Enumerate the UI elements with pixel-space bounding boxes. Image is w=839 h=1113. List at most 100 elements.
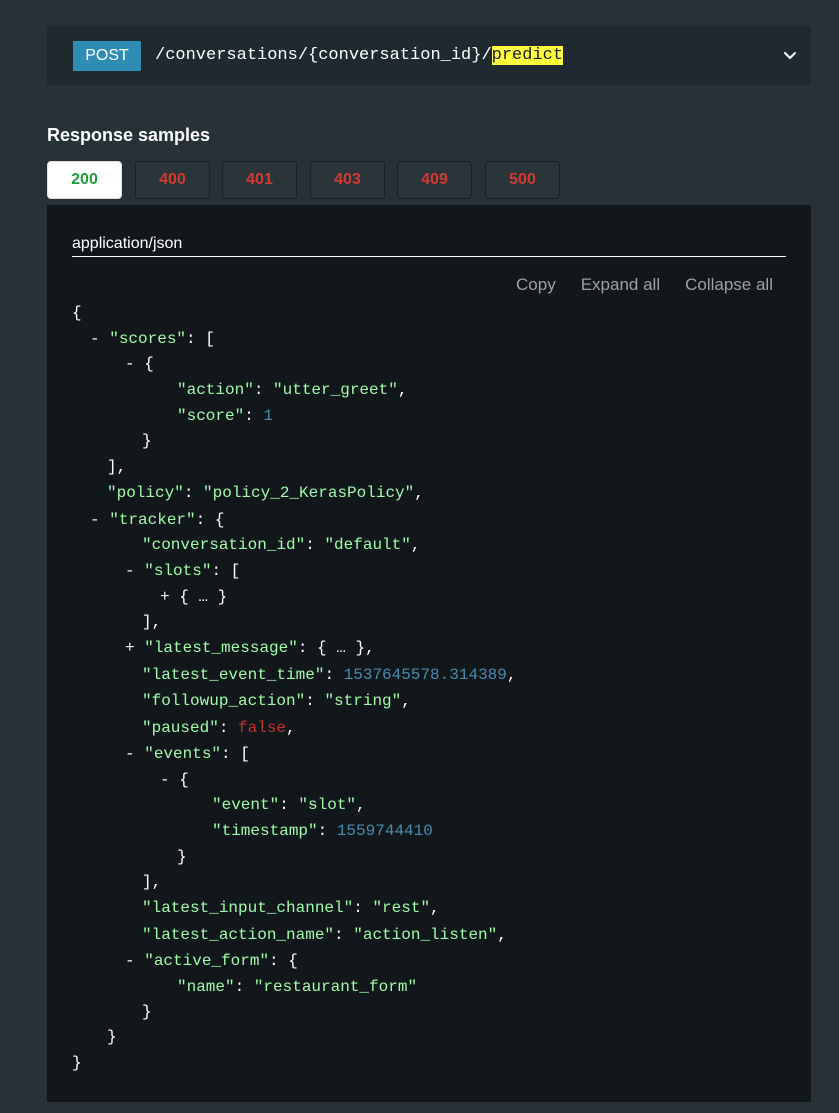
json-punctuation	[170, 588, 180, 606]
json-line: ],	[107, 455, 126, 479]
json-punctuation: :	[279, 796, 299, 814]
json-punctuation: :	[305, 536, 325, 554]
json-key: "timestamp"	[212, 822, 318, 840]
content-type-label[interactable]: application/json	[72, 234, 786, 257]
response-samples-title: Response samples	[47, 125, 211, 145]
json-key: "score"	[177, 407, 245, 425]
json-line: ],	[142, 610, 161, 634]
json-line: "policy": "policy_2_KerasPolicy",	[107, 481, 424, 505]
json-punctuation: :	[234, 978, 254, 996]
json-punctuation: ,	[414, 484, 424, 502]
json-line: - {	[160, 768, 189, 792]
json-line: + "latest_message": { … },	[125, 636, 375, 660]
json-key: "event"	[212, 796, 280, 814]
json-line: "paused": false,	[142, 716, 296, 740]
json-key: "scores"	[109, 330, 187, 348]
json-punctuation: :	[218, 719, 239, 737]
json-punctuation: ,	[401, 692, 411, 710]
json-number-value: 1	[263, 407, 274, 425]
json-punctuation: ,	[365, 639, 375, 657]
json-string-value: "string"	[324, 692, 402, 710]
collapse-toggle[interactable]: +	[160, 588, 170, 606]
json-punctuation	[100, 330, 110, 348]
json-key: "policy"	[107, 484, 184, 502]
json-punctuation: :	[253, 381, 274, 399]
json-line: - "scores": [	[90, 327, 215, 351]
json-key: "latest_event_time"	[142, 666, 325, 684]
json-line: "timestamp": 1559744410	[212, 819, 433, 843]
json-punctuation: ,	[410, 536, 421, 554]
json-key: "name"	[177, 978, 235, 996]
collapse-toggle[interactable]: -	[90, 511, 100, 529]
json-punctuation: :	[334, 926, 354, 944]
json-punctuation: }	[107, 1028, 117, 1046]
collapse-toggle[interactable]: -	[125, 745, 135, 763]
json-punctuation: }	[142, 432, 152, 450]
status-tab-200[interactable]: 200	[47, 161, 122, 199]
json-line: "latest_input_channel": "rest",	[142, 896, 440, 920]
json-key: "latest_input_channel"	[142, 899, 354, 917]
collapse-toggle[interactable]: +	[125, 639, 135, 657]
json-key: "active_form"	[144, 952, 270, 970]
status-tab-403[interactable]: 403	[310, 161, 385, 199]
json-punctuation: :	[305, 692, 325, 710]
json-punctuation: ,	[356, 796, 366, 814]
json-line: + { … }	[160, 585, 227, 609]
json-line: }	[72, 1051, 82, 1075]
json-line: }	[142, 429, 152, 453]
endpoint-path-highlight: predict	[491, 46, 564, 65]
status-tab-409[interactable]: 409	[397, 161, 472, 199]
collapse-toggle[interactable]: -	[125, 562, 135, 580]
json-punctuation: : {	[195, 511, 225, 529]
json-punctuation	[135, 639, 145, 657]
json-punctuation: :	[244, 407, 264, 425]
collapsed-object[interactable]: { … }	[179, 588, 227, 606]
json-punctuation: ,	[397, 381, 408, 399]
json-punctuation: {	[134, 355, 154, 373]
json-punctuation: ,	[430, 899, 440, 917]
json-punctuation	[135, 745, 145, 763]
json-key: "tracker"	[109, 511, 196, 529]
json-punctuation: }	[142, 1003, 152, 1021]
collapse-toggle[interactable]: -	[160, 771, 170, 789]
json-punctuation: ,	[286, 719, 296, 737]
json-string-value: "restaurant_form"	[253, 978, 418, 996]
json-line: {	[72, 301, 82, 325]
json-punctuation	[135, 562, 145, 580]
copy-button[interactable]: Copy	[516, 274, 556, 296]
json-punctuation	[135, 952, 145, 970]
status-tab-500[interactable]: 500	[485, 161, 560, 199]
json-line: "score": 1	[177, 404, 273, 428]
chevron-down-icon[interactable]	[782, 47, 798, 63]
json-string-value: "utter_greet"	[273, 381, 398, 399]
json-line: "action": "utter_greet",	[177, 378, 407, 402]
response-sample-panel: application/json Copy Expand all Collaps…	[47, 205, 811, 1102]
json-punctuation: : [	[211, 562, 241, 580]
json-punctuation: : [	[186, 330, 215, 348]
endpoint-bar[interactable]: POST /conversations/{conversation_id}/pr…	[47, 26, 811, 85]
json-punctuation: ,	[506, 666, 517, 684]
json-punctuation: : [	[221, 745, 250, 763]
json-number-value: 1559744410	[336, 822, 433, 840]
json-punctuation: {	[72, 304, 82, 322]
collapse-toggle[interactable]: -	[125, 355, 135, 373]
json-punctuation: :	[353, 899, 373, 917]
json-punctuation: :	[317, 822, 337, 840]
json-line: - "events": [	[125, 742, 250, 766]
json-key: "conversation_id"	[142, 536, 306, 554]
json-line: "latest_event_time": 1537645578.314389,	[142, 663, 516, 687]
json-line: "name": "restaurant_form"	[177, 975, 417, 999]
json-punctuation: :	[183, 484, 204, 502]
status-tab-400[interactable]: 400	[135, 161, 210, 199]
collapse-toggle[interactable]: -	[90, 330, 100, 348]
json-string-value: "policy_2_KerasPolicy"	[203, 484, 415, 502]
http-method-badge: POST	[73, 41, 141, 71]
collapse-toggle[interactable]: -	[125, 952, 135, 970]
collapsed-object[interactable]: { … }	[317, 639, 365, 657]
expand-all-button[interactable]: Expand all	[581, 274, 660, 296]
endpoint-path: /conversations/{conversation_id}/predict	[155, 44, 564, 68]
status-tab-401[interactable]: 401	[222, 161, 297, 199]
json-punctuation: ],	[142, 613, 162, 631]
json-string-value: "slot"	[298, 796, 357, 814]
collapse-all-button[interactable]: Collapse all	[685, 274, 773, 296]
